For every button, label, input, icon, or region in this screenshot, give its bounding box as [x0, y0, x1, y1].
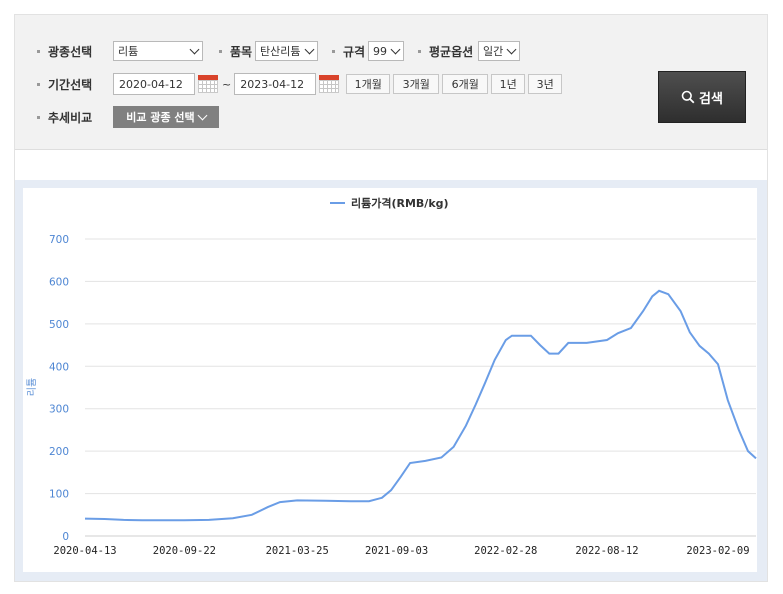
chart-grid: [85, 238, 756, 537]
chevron-down-icon: [304, 44, 315, 54]
search-form: 광종선택 리튬 품목 탄산리튬 규격 99 평균옵션 일간 기간선택 2020-…: [15, 15, 767, 150]
y-axis-label: 리튬: [26, 378, 38, 396]
y-tick-label: 600: [49, 276, 69, 288]
avg-label-text: 평균옵션: [429, 44, 474, 59]
bullet-icon: [219, 49, 222, 53]
y-tick-label: 100: [49, 489, 69, 501]
bullet-icon: [37, 49, 40, 53]
x-tick-label: 2020-04-13: [53, 545, 116, 557]
period-1year-button[interactable]: 1년: [491, 74, 526, 94]
search-button[interactable]: 검색: [658, 71, 746, 123]
compare-button-label: 비교 광종 선택: [126, 111, 195, 124]
item-select[interactable]: 탄산리튬: [255, 41, 318, 61]
period-1month-button[interactable]: 1개월: [346, 74, 391, 94]
legend-label: 리튬가격(RMB/kg): [351, 196, 449, 210]
chevron-down-icon: [197, 110, 208, 120]
period-3month-button[interactable]: 3개월: [393, 74, 440, 94]
chart-area: 0 100 200 300 400 500 600 700 2020-04-13 2020-09…: [15, 180, 767, 581]
period-label-text: 기간선택: [48, 77, 93, 92]
bullet-icon: [37, 115, 40, 119]
y-tick-label: 500: [49, 319, 69, 331]
bullet-icon: [418, 49, 421, 53]
spec-select[interactable]: 99: [368, 41, 404, 61]
row-trend: 추세비교: [37, 104, 113, 130]
date-separator: ~: [222, 77, 232, 91]
y-tick-label: 700: [49, 234, 69, 246]
spec-label-text: 규격: [343, 44, 366, 59]
x-tick-label: 2021-03-25: [266, 545, 329, 557]
chart-legend[interactable]: 리튬가격(RMB/kg): [330, 196, 449, 210]
y-tick-labels: 0 100 200 300 400 500 600 700: [49, 234, 69, 543]
row-period: 기간선택 2020-04-12 ~ 2023-04-12 1개월 3개월 6개월…: [37, 71, 563, 97]
search-icon: [681, 90, 695, 104]
avg-select[interactable]: 일간: [478, 41, 520, 61]
chevron-down-icon: [189, 44, 200, 54]
end-date-input[interactable]: 2023-04-12: [234, 73, 317, 95]
chart-container: 0 100 200 300 400 500 600 700 2020-04-13 2020-09…: [23, 188, 757, 572]
chevron-down-icon: [390, 44, 401, 54]
x-tick-label: 2022-02-28: [474, 545, 537, 557]
avg-select-value: 일간: [483, 45, 504, 58]
price-line-chart: 0 100 200 300 400 500 600 700 2020-04-13 2020-09…: [26, 196, 757, 557]
avg-label: 평균옵션: [418, 43, 478, 60]
chevron-down-icon: [506, 44, 517, 54]
compare-mineral-button[interactable]: 비교 광종 선택: [113, 106, 219, 128]
mineral-label-text: 광종선택: [48, 44, 93, 59]
calendar-icon[interactable]: [197, 74, 219, 94]
end-date-value: 2023-04-12: [240, 77, 305, 91]
x-tick-label: 2022-08-12: [575, 545, 638, 557]
spec-label: 규격: [332, 43, 368, 60]
item-select-value: 탄산리튬: [260, 45, 301, 58]
x-tick-label: 2021-09-03: [365, 545, 428, 557]
spec-select-value: 99: [373, 44, 387, 58]
start-date-value: 2020-04-12: [119, 77, 183, 91]
y-tick-label: 0: [62, 531, 69, 543]
y-tick-label: 200: [49, 446, 69, 458]
period-3year-button[interactable]: 3년: [528, 74, 563, 94]
x-tick-label: 2020-09-22: [153, 545, 216, 557]
search-button-label: 검색: [699, 91, 723, 107]
y-tick-label: 300: [49, 404, 69, 416]
start-date-input[interactable]: 2020-04-12: [113, 73, 195, 95]
mineral-label: 광종선택: [37, 43, 113, 60]
row-filters: 광종선택 리튬 품목 탄산리튬 규격 99 평균옵션 일간: [37, 38, 520, 64]
item-label-text: 품목: [230, 44, 253, 59]
period-label: 기간선택: [37, 76, 113, 93]
price-search-panel: 광종선택 리튬 품목 탄산리튬 규격 99 평균옵션 일간 기간선택 2020-…: [14, 14, 768, 582]
trend-label-text: 추세비교: [48, 110, 93, 125]
bullet-icon: [332, 49, 335, 53]
bullet-icon: [37, 82, 40, 86]
trend-label: 추세비교: [37, 109, 113, 126]
y-tick-label: 400: [49, 361, 69, 373]
period-6month-button[interactable]: 6개월: [442, 74, 489, 94]
price-series-line: [84, 289, 757, 522]
x-tick-labels: 2020-04-13 2020-09-22 2021-03-25 2021-09-03…: [53, 545, 749, 557]
calendar-icon[interactable]: [318, 74, 340, 94]
x-tick-label: 2023-02-09: [686, 545, 749, 557]
mineral-select[interactable]: 리튬: [113, 41, 203, 61]
mineral-select-value: 리튬: [118, 45, 139, 58]
item-label: 품목: [219, 43, 255, 60]
